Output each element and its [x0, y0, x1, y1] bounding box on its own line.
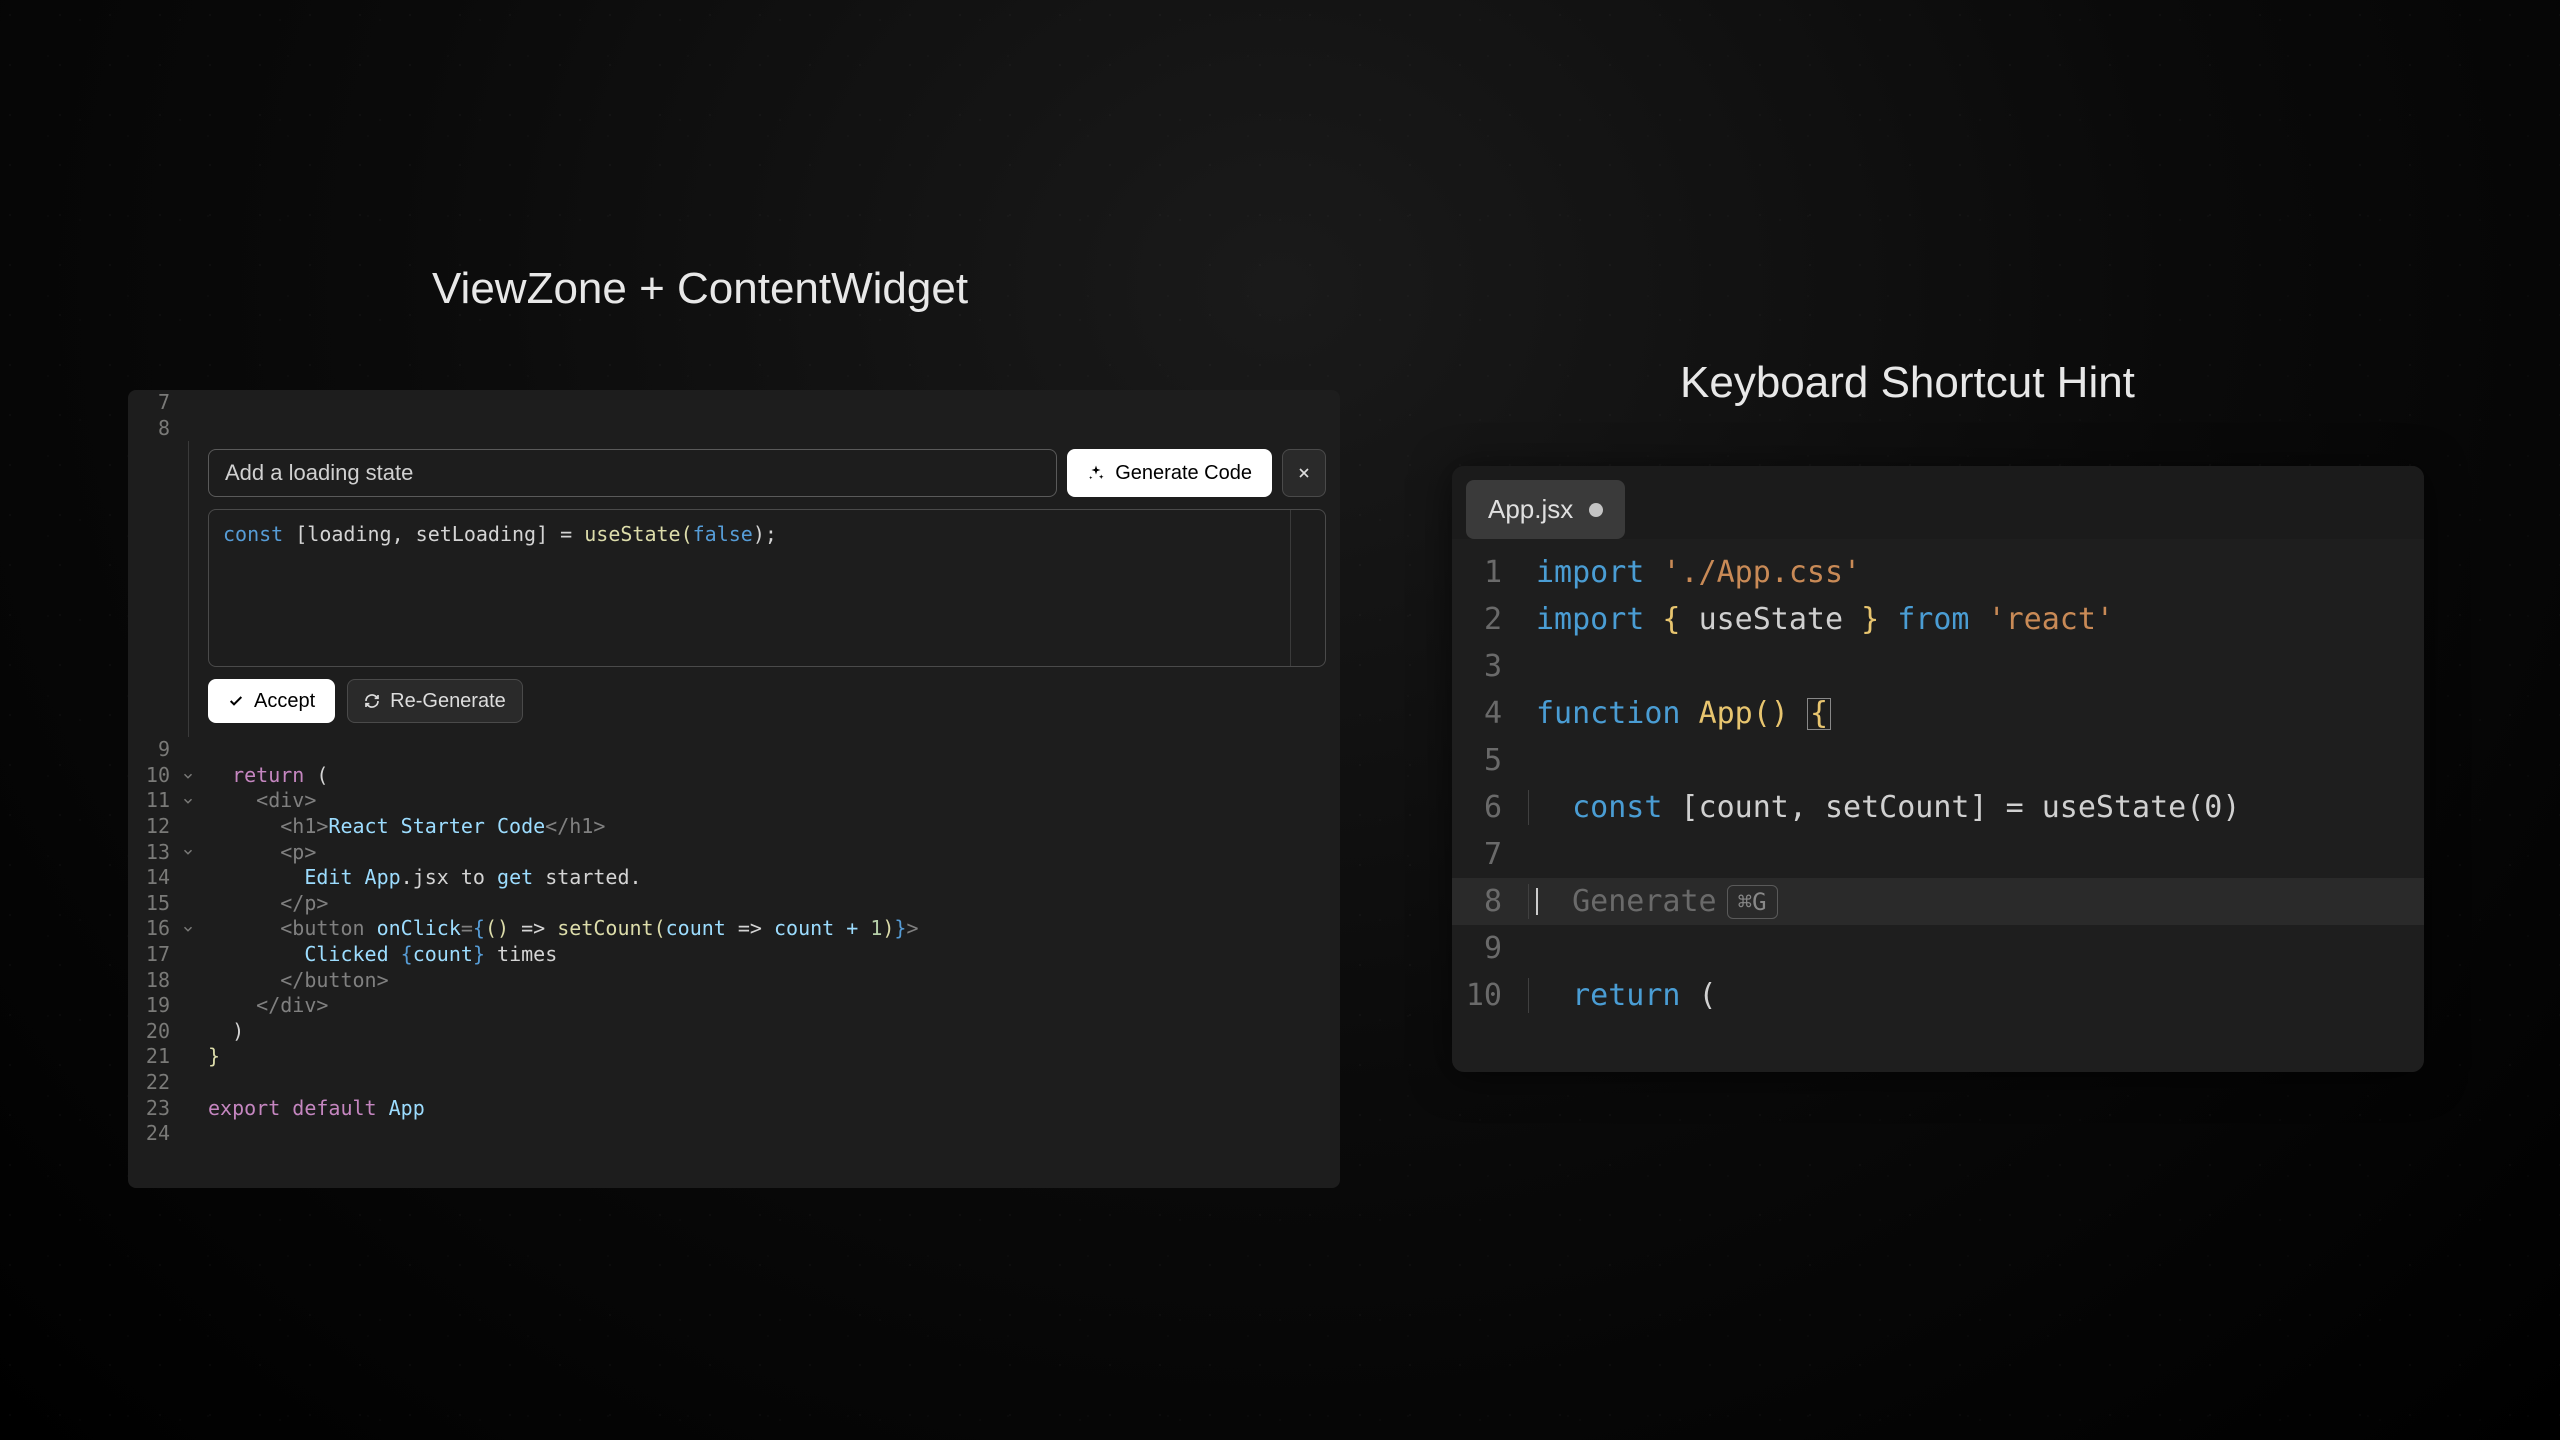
ghost-hint: Generate — [1572, 884, 1717, 919]
code-line[interactable]: 21} — [128, 1044, 1340, 1070]
accept-label: Accept — [254, 690, 315, 713]
code-line[interactable]: 15 </p> — [128, 891, 1340, 917]
code-line[interactable]: 13 <p> — [128, 840, 1340, 866]
code-line[interactable]: 10 return ( — [128, 763, 1340, 789]
code-line[interactable]: 9 — [1452, 925, 2424, 972]
fold-icon — [176, 1070, 200, 1096]
regenerate-button[interactable]: Re-Generate — [347, 679, 523, 723]
code-line[interactable]: 4function App() { — [1452, 690, 2424, 737]
fold-icon — [176, 1096, 200, 1122]
generated-code-box: const [loading, setLoading] = useState(f… — [208, 509, 1326, 667]
code-line[interactable]: 3 — [1452, 643, 2424, 690]
code-line[interactable]: 9 — [128, 737, 1340, 763]
code-line[interactable]: 24 — [128, 1121, 1340, 1147]
code-line[interactable]: 7 — [128, 390, 1340, 416]
code-area[interactable]: 1import './App.css'2import { useState } … — [1452, 539, 2424, 1029]
regenerate-label: Re-Generate — [390, 690, 506, 713]
fold-icon[interactable] — [176, 763, 200, 789]
shortcut-badge: ⌘G — [1727, 885, 1778, 919]
code-line[interactable]: 17 Clicked {count} times — [128, 942, 1340, 968]
code-line[interactable]: 11 <div> — [128, 788, 1340, 814]
code-line[interactable]: 8 Generate⌘G — [1452, 878, 2424, 925]
generate-code-label: Generate Code — [1115, 462, 1252, 485]
inline-widget: Generate Code const [loading, setLoading… — [128, 441, 1340, 737]
code-line[interactable]: 19 </div> — [128, 993, 1340, 1019]
tab-bar: App.jsx — [1452, 466, 2424, 539]
refresh-icon — [364, 693, 380, 709]
unsaved-dot-icon — [1589, 503, 1603, 517]
code-line[interactable]: 22 — [128, 1070, 1340, 1096]
prompt-input[interactable] — [208, 449, 1057, 497]
heading-shortcut-hint: Keyboard Shortcut Hint — [1680, 358, 2135, 408]
code-line[interactable]: 8 — [128, 416, 1340, 442]
close-icon — [1296, 465, 1312, 481]
fold-icon — [176, 993, 200, 1019]
fold-icon[interactable] — [176, 788, 200, 814]
fold-icon[interactable] — [176, 916, 200, 942]
fold-icon[interactable] — [176, 840, 200, 866]
fold-icon — [176, 814, 200, 840]
text-cursor — [1536, 888, 1538, 916]
tab-label: App.jsx — [1488, 494, 1573, 525]
code-line[interactable]: 20 ) — [128, 1019, 1340, 1045]
code-line[interactable]: 10 return ( — [1452, 972, 2424, 1019]
check-icon — [228, 693, 244, 709]
accept-button[interactable]: Accept — [208, 679, 335, 723]
fold-icon — [176, 1019, 200, 1045]
fold-icon — [176, 891, 200, 917]
sparkle-icon — [1087, 464, 1105, 482]
fold-icon — [176, 1121, 200, 1147]
code-line[interactable]: 12 <h1>React Starter Code</h1> — [128, 814, 1340, 840]
code-line[interactable]: 5 — [1452, 737, 2424, 784]
code-line[interactable]: 2import { useState } from 'react' — [1452, 596, 2424, 643]
heading-viewzone: ViewZone + ContentWidget — [432, 264, 968, 314]
close-widget-button[interactable] — [1282, 449, 1326, 497]
left-editor-panel: 78 Generate Code const [loading, setLoad… — [128, 390, 1340, 1188]
fold-icon — [176, 1044, 200, 1070]
fold-icon — [176, 865, 200, 891]
code-line[interactable]: 23export default App — [128, 1096, 1340, 1122]
code-line[interactable]: 16 <button onClick={() => setCount(count… — [128, 916, 1340, 942]
right-editor-panel: App.jsx 1import './App.css'2import { use… — [1452, 466, 2424, 1072]
code-line[interactable]: 18 </button> — [128, 968, 1340, 994]
fold-icon — [176, 737, 200, 763]
tab-app-jsx[interactable]: App.jsx — [1466, 480, 1625, 539]
code-line[interactable]: 6 const [count, setCount] = useState(0) — [1452, 784, 2424, 831]
code-line[interactable]: 7 — [1452, 831, 2424, 878]
code-line[interactable]: 1import './App.css' — [1452, 549, 2424, 596]
fold-icon — [176, 942, 200, 968]
code-line[interactable]: 14 Edit App.jsx to get started. — [128, 865, 1340, 891]
generate-code-button[interactable]: Generate Code — [1067, 449, 1272, 497]
fold-icon — [176, 968, 200, 994]
